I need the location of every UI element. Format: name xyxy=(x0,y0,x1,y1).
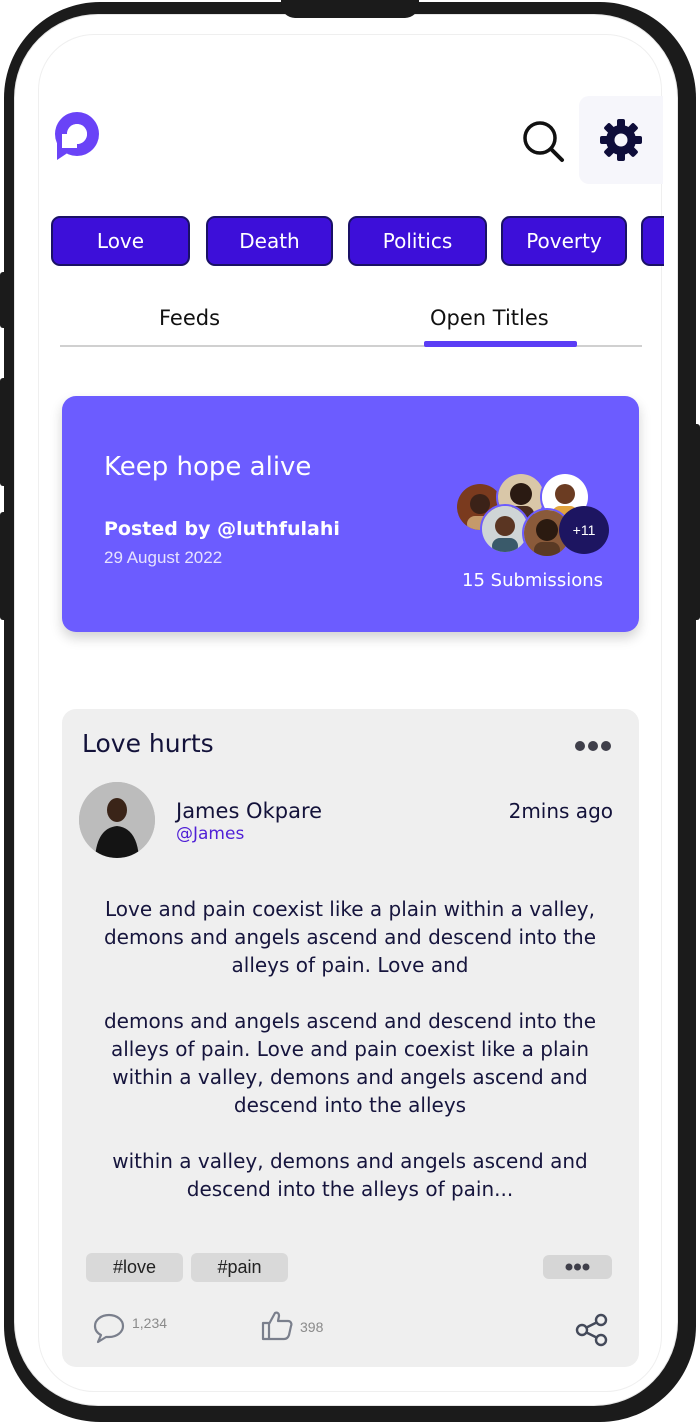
featured-title: Keep hope alive xyxy=(104,452,312,482)
share-button[interactable] xyxy=(574,1313,610,1352)
post-card: Love hurts James Okpare @James 2mins ago… xyxy=(62,709,639,1367)
chip-love[interactable]: Love xyxy=(51,216,190,266)
phone-notch xyxy=(281,0,419,18)
tab-active-indicator xyxy=(424,341,577,347)
author-avatar[interactable] xyxy=(79,782,155,858)
more-horizontal-icon xyxy=(575,741,611,751)
side-button xyxy=(0,512,8,620)
chip-death[interactable]: Death xyxy=(206,216,333,266)
author-name[interactable]: James Okpare xyxy=(176,799,322,823)
tags-more-button[interactable] xyxy=(543,1255,612,1279)
post-menu-button[interactable] xyxy=(574,739,612,753)
like-count: 398 xyxy=(300,1319,324,1335)
more-horizontal-icon xyxy=(565,1263,590,1271)
tab-feeds[interactable]: Feeds xyxy=(159,306,220,330)
featured-title-card[interactable]: Keep hope alive Posted by @luthfulahi 29… xyxy=(62,396,639,632)
comment-button[interactable] xyxy=(92,1312,126,1349)
post-title: Love hurts xyxy=(82,729,214,758)
post-body: Love and pain coexist like a plain withi… xyxy=(90,895,610,1231)
chip-poverty[interactable]: Poverty xyxy=(501,216,627,266)
comment-count: 1,234 xyxy=(132,1315,168,1331)
post-paragraph: within a valley, demons and angels ascen… xyxy=(112,1149,588,1201)
comment-icon xyxy=(93,1313,125,1344)
submission-count: 15 Submissions xyxy=(462,570,603,591)
post-paragraph: Love and pain coexist like a plain withi… xyxy=(103,897,597,977)
like-button[interactable] xyxy=(260,1309,294,1346)
author-handle[interactable]: @James xyxy=(176,824,244,844)
chip-politics[interactable]: Politics xyxy=(348,216,487,266)
tag-pain[interactable]: #pain xyxy=(191,1253,288,1282)
category-chips: Love Death Politics Poverty xyxy=(51,216,664,268)
side-button xyxy=(0,272,8,328)
side-button xyxy=(692,424,700,620)
tab-open-titles[interactable]: Open Titles xyxy=(430,306,549,330)
settings-button[interactable] xyxy=(579,96,663,184)
post-timestamp: 2mins ago xyxy=(508,799,613,823)
share-icon xyxy=(575,1313,608,1347)
search-button[interactable] xyxy=(520,118,566,164)
featured-date: 29 August 2022 xyxy=(104,548,223,567)
gear-icon xyxy=(600,119,642,161)
more-submitters-badge: +11 xyxy=(559,506,609,554)
thumbs-up-icon xyxy=(261,1311,293,1341)
search-icon xyxy=(523,121,564,162)
featured-author: Posted by @luthfulahi xyxy=(104,518,340,540)
post-paragraph: demons and angels ascend and descend int… xyxy=(103,1009,597,1117)
p-logo-icon[interactable] xyxy=(52,110,102,162)
chip-partial[interactable] xyxy=(641,216,664,266)
side-button xyxy=(0,378,8,486)
tag-love[interactable]: #love xyxy=(86,1253,183,1282)
